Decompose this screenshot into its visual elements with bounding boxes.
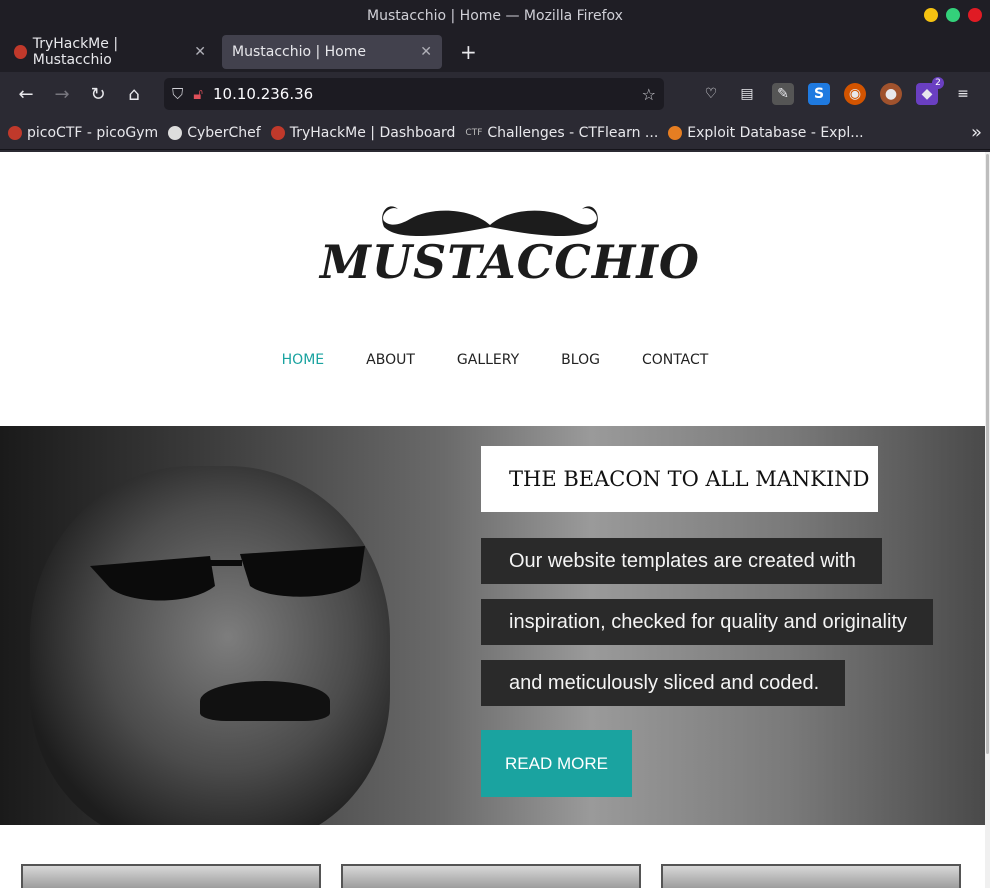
tryhackme-favicon-icon (14, 45, 27, 59)
close-window-button[interactable] (968, 8, 982, 22)
bookmark-label: CyberChef (187, 124, 261, 141)
bookmark-cyberchef[interactable]: CyberChef (168, 125, 261, 141)
mustache-graphic (200, 681, 330, 721)
picoctf-icon (8, 125, 22, 140)
extension-foxyproxy-icon[interactable]: ◉ (844, 83, 866, 105)
bookmark-ctflearn[interactable]: CTF Challenges - CTFlearn ... (465, 125, 658, 141)
bookmark-label: picoCTF - picoGym (27, 124, 159, 141)
gallery-thumbnail[interactable] (341, 864, 641, 888)
exploit-db-icon (668, 125, 683, 140)
bookmark-label: Exploit Database - Expl... (687, 124, 864, 141)
extension-hacktools-icon[interactable]: ◆ 2 (916, 77, 944, 105)
logo-text: MUSTACCHIO (320, 235, 700, 289)
extension-s-icon[interactable]: S (808, 83, 830, 105)
read-more-button[interactable]: READ MORE (481, 730, 632, 797)
page-scrollbar[interactable] (985, 152, 990, 888)
menu-hamburger-icon[interactable]: ≡ (952, 83, 974, 105)
bookmark-label: TryHackMe | Dashboard (289, 124, 456, 141)
menu-home[interactable]: HOME (282, 352, 324, 368)
more-bookmarks-chevron-icon[interactable]: » (971, 122, 982, 143)
reader-view-icon[interactable]: ▤ (736, 83, 758, 105)
tab-mustacchio-home[interactable]: Mustacchio | Home ✕ (222, 35, 442, 69)
navigation-toolbar: ← → ↻ ⌂ ⛉ 🔓︎ 10.10.236.36 ☆ ♡ ▤ ✎ S ◉ ● … (0, 72, 990, 116)
window-title: Mustacchio | Home — Mozilla Firefox (367, 8, 623, 24)
scrollbar-thumb[interactable] (986, 154, 989, 754)
home-icon[interactable]: ⌂ (116, 84, 152, 105)
close-tab-icon[interactable]: ✕ (420, 44, 432, 60)
back-arrow-icon[interactable]: ← (8, 84, 44, 105)
forward-arrow-icon[interactable]: → (44, 84, 80, 105)
bookmark-exploit-database[interactable]: Exploit Database - Expl... (668, 124, 864, 141)
url-text: 10.10.236.36 (213, 85, 314, 103)
new-tab-plus-icon[interactable]: + (460, 40, 477, 64)
window-titlebar: Mustacchio | Home — Mozilla Firefox (0, 0, 990, 32)
tab-label: Mustacchio | Home (232, 44, 366, 60)
bookmark-picoctf[interactable]: picoCTF - picoGym (8, 125, 158, 141)
extension-blackbird-icon[interactable]: ✎ (772, 83, 794, 105)
bookmarks-toolbar: picoCTF - picoGym CyberChef TryHackMe | … (0, 116, 990, 150)
insecure-lock-icon[interactable]: 🔓︎ (193, 85, 203, 103)
main-menu: HOME ABOUT GALLERY BLOG CONTACT (0, 352, 990, 368)
hero-text-line: and meticulously sliced and coded. (481, 660, 845, 706)
gallery-thumbnail[interactable] (21, 864, 321, 888)
cyberchef-icon (168, 125, 183, 140)
web-page: MUSTACCHIO HOME ABOUT GALLERY BLOG CONTA… (0, 152, 990, 888)
pocket-icon[interactable]: ♡ (700, 83, 722, 105)
close-tab-icon[interactable]: ✕ (194, 44, 206, 60)
menu-gallery[interactable]: GALLERY (457, 352, 519, 368)
url-bar[interactable]: ⛉ 🔓︎ 10.10.236.36 ☆ (164, 78, 664, 110)
gallery-thumbnail[interactable] (661, 864, 961, 888)
ctflearn-icon: CTF (465, 127, 483, 138)
sunglasses-graphic (90, 546, 365, 601)
window-controls (924, 8, 982, 22)
hero-text-line: inspiration, checked for quality and ori… (481, 599, 933, 645)
maximize-button[interactable] (946, 8, 960, 22)
tryhackme-icon (270, 125, 285, 140)
reload-icon[interactable]: ↻ (80, 84, 116, 105)
hero-man-photo (30, 466, 390, 825)
extension-badge: 2 (932, 77, 944, 89)
tracking-shield-icon[interactable]: ⛉ (172, 85, 183, 103)
extension-cookie-icon[interactable]: ● (880, 83, 902, 105)
site-logo[interactable]: MUSTACCHIO (320, 197, 700, 307)
menu-blog[interactable]: BLOG (561, 352, 600, 368)
bookmark-label: Challenges - CTFlearn ... (487, 124, 659, 141)
tab-strip: TryHackMe | Mustacchio ✕ Mustacchio | Ho… (0, 32, 990, 72)
bookmark-tryhackme-dashboard[interactable]: TryHackMe | Dashboard (270, 124, 456, 141)
hero-headline: THE BEACON TO ALL MANKIND (481, 446, 878, 512)
hero-text-line: Our website templates are created with (481, 538, 882, 584)
menu-contact[interactable]: CONTACT (642, 352, 708, 368)
menu-about[interactable]: ABOUT (366, 352, 415, 368)
hero-banner: THE BEACON TO ALL MANKIND Our website te… (0, 426, 985, 825)
bookmark-star-icon[interactable]: ☆ (642, 85, 656, 104)
tab-label: TryHackMe | Mustacchio (32, 36, 119, 68)
tab-tryhackme-mustacchio[interactable]: TryHackMe | Mustacchio ✕ (4, 35, 216, 69)
extensions-area: ♡ ▤ ✎ S ◉ ● ◆ 2 ≡ (700, 77, 974, 105)
minimize-button[interactable] (924, 8, 938, 22)
